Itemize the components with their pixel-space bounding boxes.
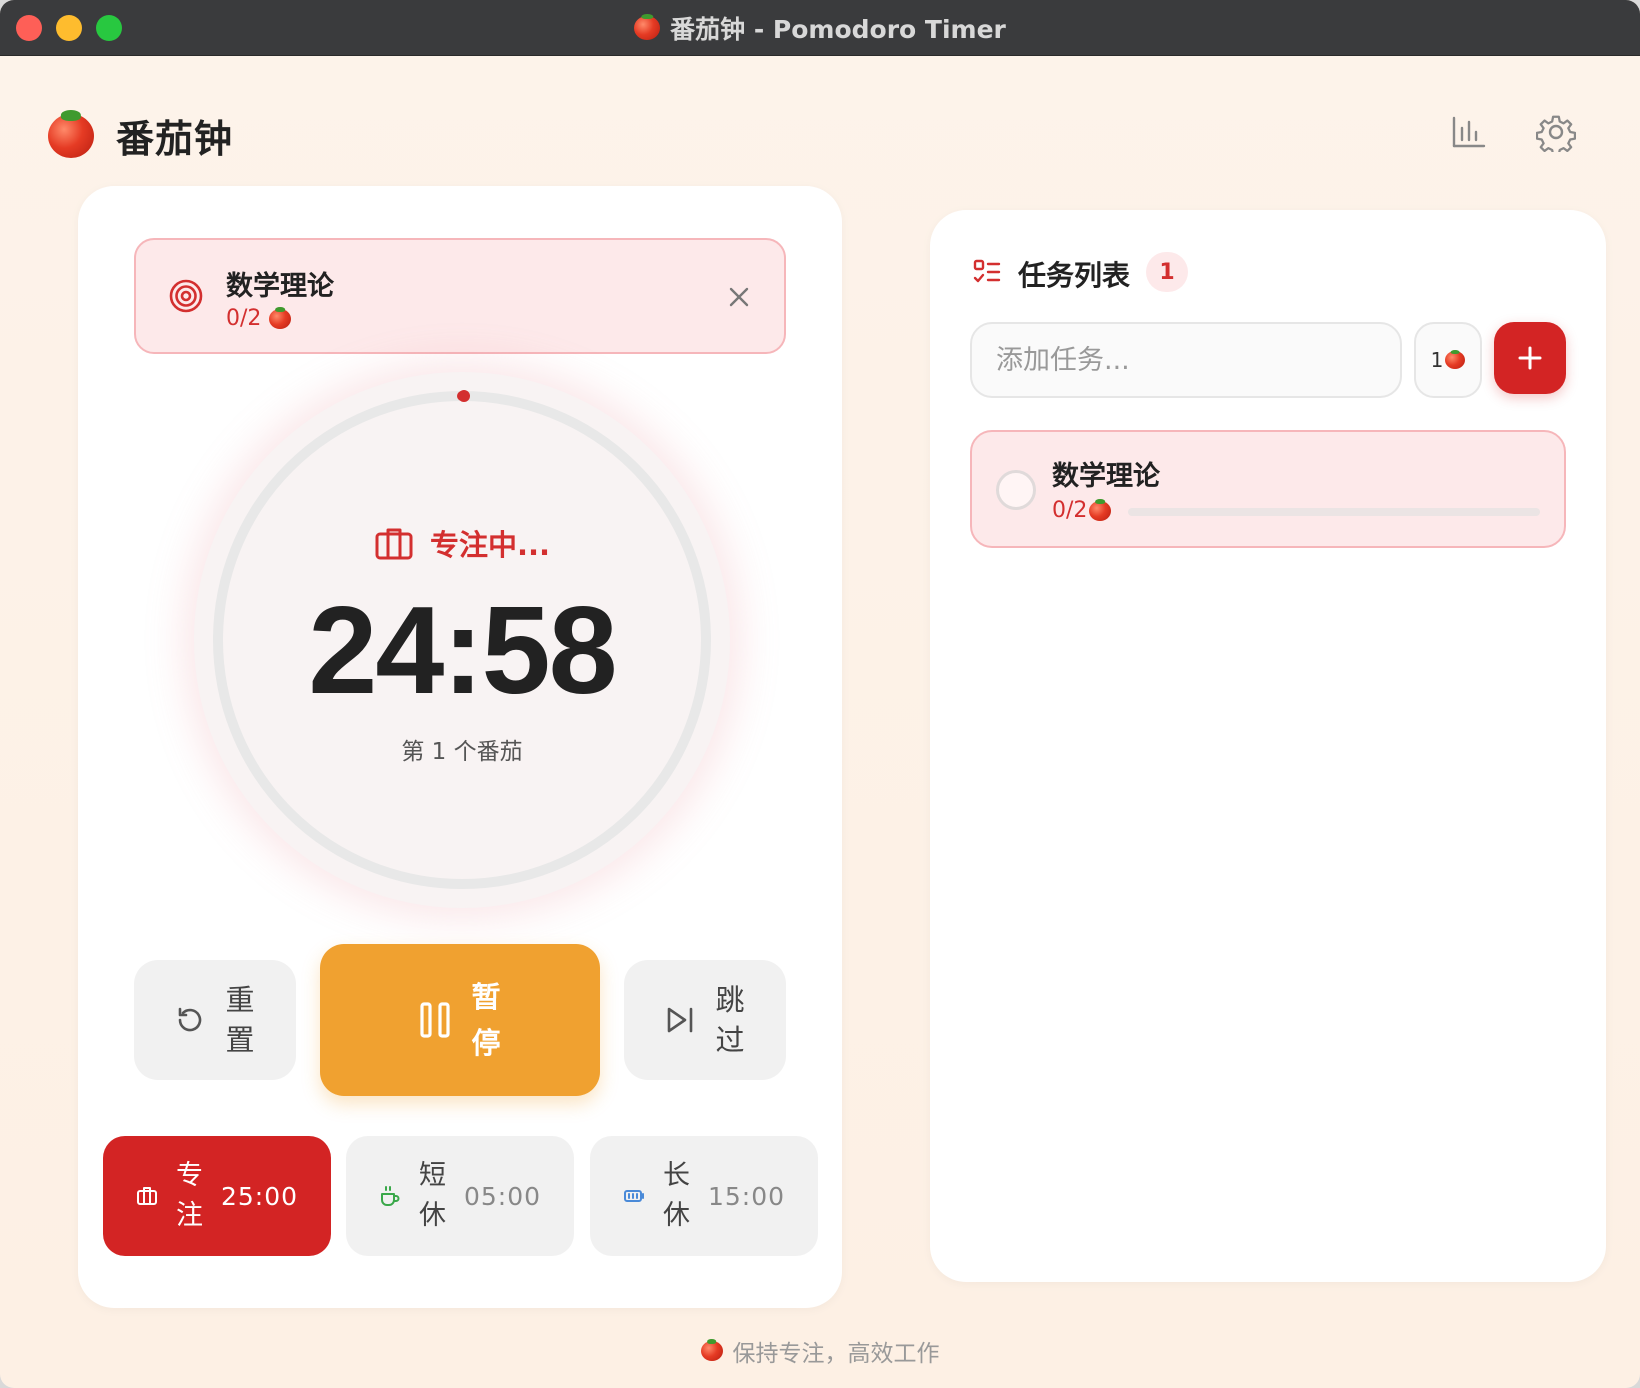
window-maximize-button[interactable] bbox=[96, 15, 122, 41]
coffee-icon bbox=[380, 1186, 400, 1206]
checklist-icon bbox=[973, 259, 1001, 283]
mode-short-break-label-2: 休 bbox=[418, 1200, 446, 1231]
mode-focus-label-2: 注 bbox=[175, 1200, 203, 1231]
bar-chart-icon[interactable] bbox=[1448, 112, 1488, 152]
title-bar: 番茄钟 - Pomodoro Timer bbox=[0, 0, 1640, 56]
window-close-button[interactable] bbox=[16, 15, 42, 41]
tomato-icon bbox=[1445, 351, 1466, 369]
close-icon[interactable] bbox=[724, 282, 754, 312]
skip-label-1: 跳 bbox=[715, 983, 745, 1017]
app-header: 番茄钟 bbox=[48, 108, 233, 163]
add-task-input[interactable] bbox=[970, 322, 1402, 398]
skip-label: 跳 过 bbox=[714, 980, 746, 1060]
window-title: 番茄钟 - Pomodoro Timer bbox=[634, 10, 1006, 46]
pause-label-2: 停 bbox=[471, 1026, 501, 1060]
pause-button[interactable]: 暂 停 bbox=[320, 944, 600, 1096]
pomodoro-estimate-value: 1 bbox=[1430, 348, 1444, 372]
app-window: 番茄钟 - Pomodoro Timer 番茄钟 数学理论 0/2 专注中...… bbox=[0, 0, 1640, 1388]
pause-label: 暂 停 bbox=[470, 974, 502, 1066]
pause-label-1: 暂 bbox=[471, 980, 501, 1014]
tomato-icon bbox=[700, 1341, 723, 1361]
timer-dial: 专注中... 24:58 第 1 个番茄 bbox=[194, 372, 730, 908]
skip-icon bbox=[667, 1007, 693, 1033]
task-name: 数学理论 bbox=[1052, 461, 1160, 492]
tomato-icon bbox=[48, 113, 94, 158]
briefcase-icon bbox=[136, 1187, 157, 1205]
mode-short-break-label: 短 休 bbox=[419, 1156, 446, 1236]
reset-label-2: 置 bbox=[225, 1023, 255, 1057]
timer-mode-label: 专注中... bbox=[194, 522, 730, 564]
plus-icon bbox=[1518, 346, 1542, 370]
timer-countdown: 24:58 bbox=[308, 582, 617, 720]
mode-focus-button[interactable]: 专 注 25:00 bbox=[103, 1136, 331, 1256]
mode-long-break-time: 15:00 bbox=[707, 1181, 786, 1211]
current-task-progress-text: 0/2 bbox=[226, 306, 262, 331]
task-count-badge: 1 bbox=[1146, 252, 1188, 292]
app-title: 番茄钟 bbox=[116, 117, 234, 161]
window-controls bbox=[16, 15, 122, 41]
mode-long-break-label-1: 长 bbox=[662, 1160, 690, 1191]
task-item[interactable]: 数学理论 0/2 bbox=[970, 430, 1566, 548]
task-progress: 0/2 bbox=[1052, 498, 1112, 523]
mode-focus-time: 25:00 bbox=[220, 1181, 299, 1211]
pomodoro-round-label: 第 1 个番茄 bbox=[401, 739, 523, 765]
mode-short-break-label-1: 短 bbox=[418, 1160, 446, 1191]
window-title-text: 番茄钟 - Pomodoro Timer bbox=[670, 14, 1006, 44]
footer-text: 保持专注，高效工作 bbox=[732, 1341, 940, 1367]
mode-focus-label: 专 注 bbox=[176, 1156, 203, 1236]
pause-icon bbox=[420, 1002, 450, 1038]
skip-label-2: 过 bbox=[715, 1023, 745, 1057]
mode-short-break-button[interactable]: 短 休 05:00 bbox=[346, 1136, 574, 1256]
timer-panel: 数学理论 0/2 专注中... 24:58 第 1 个番茄 重 置 暂 停 跳 … bbox=[78, 186, 842, 1308]
task-progress-text: 0/2 bbox=[1052, 498, 1088, 523]
task-list-title: 任务列表 bbox=[1018, 259, 1131, 292]
task-progress-bar bbox=[1128, 508, 1540, 516]
mode-long-break-label-2: 休 bbox=[662, 1200, 690, 1231]
pomodoro-estimate-selector[interactable]: 1 bbox=[1414, 322, 1482, 398]
reset-label-1: 重 bbox=[225, 983, 255, 1017]
window-minimize-button[interactable] bbox=[56, 15, 82, 41]
mode-long-break-label: 长 休 bbox=[663, 1156, 690, 1236]
skip-button[interactable]: 跳 过 bbox=[624, 960, 786, 1080]
task-panel: 任务列表 1 1 数学理论 0/2 bbox=[930, 210, 1606, 1282]
mode-short-break-time: 05:00 bbox=[463, 1181, 542, 1211]
mode-long-break-button[interactable]: 长 休 15:00 bbox=[590, 1136, 818, 1256]
reset-label: 重 置 bbox=[224, 980, 256, 1060]
mode-focus-label-1: 专 bbox=[175, 1160, 203, 1191]
task-complete-checkbox[interactable] bbox=[996, 470, 1036, 510]
gear-icon[interactable] bbox=[1536, 112, 1576, 152]
briefcase-icon bbox=[375, 528, 413, 560]
reset-icon bbox=[178, 1007, 202, 1032]
current-task-name: 数学理论 bbox=[226, 271, 334, 302]
tomato-icon bbox=[634, 15, 661, 40]
reset-button[interactable]: 重 置 bbox=[134, 960, 296, 1080]
footer: 保持专注，高效工作 bbox=[0, 1334, 1640, 1368]
timer-mode-text: 专注中... bbox=[429, 528, 551, 562]
current-task-progress: 0/2 bbox=[226, 306, 292, 331]
tomato-icon bbox=[269, 308, 292, 329]
current-task-banner: 数学理论 0/2 bbox=[134, 238, 786, 354]
add-task-button[interactable] bbox=[1494, 322, 1566, 394]
timer-progress-dot bbox=[457, 390, 470, 403]
tomato-icon bbox=[1089, 500, 1112, 521]
target-icon bbox=[169, 279, 203, 313]
battery-icon bbox=[623, 1190, 644, 1202]
